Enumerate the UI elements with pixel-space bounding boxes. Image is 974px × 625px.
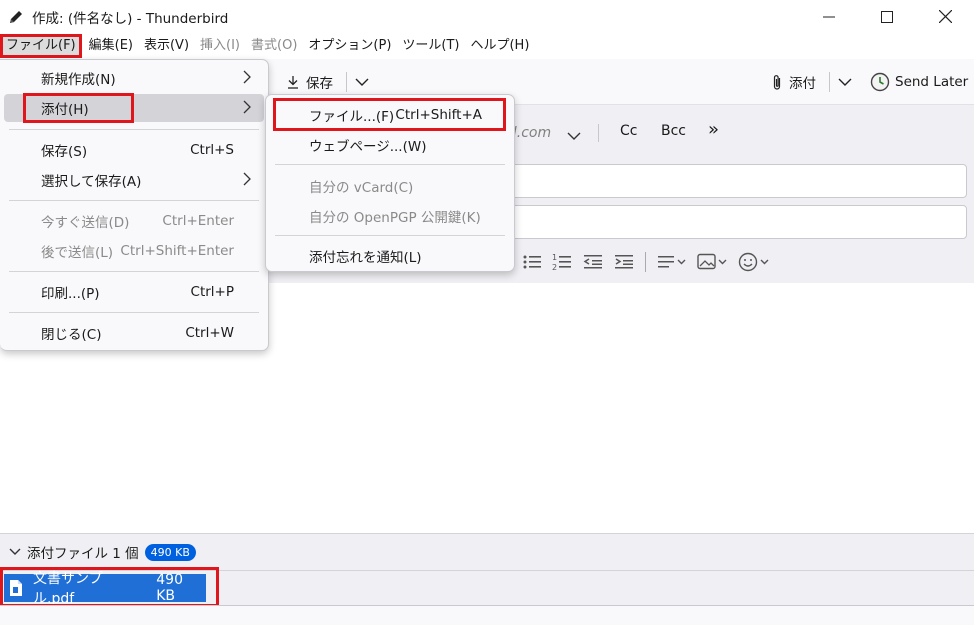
attachment-bucket-header[interactable]: 添付ファイル 1 個 490 KB [0, 533, 974, 570]
menu-item-attach[interactable]: 添付(H) [4, 93, 264, 123]
submenu-item-vcard[interactable]: 自分の vCard(C) [266, 172, 514, 200]
menu-tools[interactable]: ツール(T) [398, 34, 463, 58]
bulleted-list-icon[interactable] [523, 254, 541, 270]
toolbar-divider [829, 72, 830, 92]
menu-separator [275, 235, 505, 236]
menu-item-close[interactable]: 閉じる(C) Ctrl+W [0, 319, 268, 347]
menu-item-label: ファイル...(F) [309, 109, 395, 125]
menu-item-send-now[interactable]: 今すぐ送信(D) Ctrl+Enter [0, 207, 268, 235]
emoji-icon[interactable] [738, 252, 770, 272]
chevron-down-icon [355, 74, 369, 90]
menu-separator [9, 271, 259, 272]
attachment-size-badge: 490 KB [144, 543, 196, 561]
menu-view[interactable]: 表示(V) [140, 34, 193, 58]
menu-item-shortcut: Ctrl+Shift+Enter [120, 243, 234, 259]
pencil-icon [7, 8, 27, 26]
save-dropdown-button[interactable] [355, 69, 369, 95]
menu-separator [9, 200, 259, 201]
send-later-button[interactable]: Send Later [870, 69, 968, 95]
menu-item-label: 自分の OpenPGP 公開鍵(K) [309, 210, 481, 226]
from-address-partial: il.com [509, 125, 552, 141]
menu-item-shortcut: Ctrl+Shift+A [395, 107, 482, 123]
attach-dropdown-button[interactable] [838, 69, 852, 95]
menu-bar: ファイル(F) 編集(E) 表示(V) 挿入(I) 書式(O) オプション(P)… [0, 33, 974, 59]
menu-item-shortcut: Ctrl+Enter [162, 213, 234, 229]
menu-edit[interactable]: 編集(E) [85, 34, 137, 58]
cc-button[interactable]: Cc [620, 123, 637, 139]
menu-item-label: 自分の vCard(C) [309, 180, 414, 196]
download-icon [287, 75, 299, 89]
menu-item-label: 添付(H) [41, 102, 89, 118]
numbered-list-icon[interactable]: 12 [552, 253, 572, 271]
menu-item-label: 今すぐ送信(D) [41, 215, 130, 231]
menu-item-shortcut: Ctrl+P [190, 284, 234, 300]
submenu-item-attach-file[interactable]: ファイル...(F) Ctrl+Shift+A [266, 101, 514, 129]
menu-insert[interactable]: 挿入(I) [196, 34, 244, 58]
menu-separator [9, 312, 259, 313]
attach-label: 添付 [789, 76, 816, 92]
bcc-button[interactable]: Bcc [661, 123, 686, 139]
to-field[interactable] [508, 164, 967, 198]
indent-icon[interactable] [614, 254, 634, 270]
menu-separator [9, 129, 259, 130]
image-insert-icon[interactable] [697, 253, 727, 271]
window-title: 作成: (件名なし) - Thunderbird [32, 10, 229, 27]
chevron-down-icon[interactable] [9, 548, 21, 556]
chevron-down-icon [838, 74, 852, 90]
attach-submenu: ファイル...(F) Ctrl+Shift+A ウェブページ...(W) 自分の… [265, 94, 515, 272]
outdent-icon[interactable] [583, 254, 603, 270]
menu-item-save-as[interactable]: 選択して保存(A) [0, 166, 268, 194]
attachment-highlight-box [0, 567, 219, 607]
chevron-right-icon [243, 172, 251, 190]
menu-separator [275, 164, 505, 165]
menu-format[interactable]: 書式(O) [247, 34, 301, 58]
attachment-count-label: 添付ファイル 1 個 [27, 546, 139, 562]
menu-item-label: 添付忘れを通知(L) [309, 250, 422, 266]
clock-icon [870, 72, 890, 92]
align-left-icon[interactable] [658, 254, 686, 270]
file-menu-dropdown: 新規作成(N) 添付(H) 保存(S) Ctrl+S 選択して保存(A) 今すぐ… [0, 59, 269, 351]
menu-item-label: 選択して保存(A) [41, 174, 142, 190]
menu-item-label: 後で送信(L) [41, 245, 114, 261]
send-later-label: Send Later [895, 74, 969, 90]
svg-text:2: 2 [552, 263, 557, 271]
submenu-item-openpgp-key[interactable]: 自分の OpenPGP 公開鍵(K) [266, 202, 514, 230]
menu-item-label: 新規作成(N) [41, 72, 116, 88]
minimize-button[interactable] [800, 0, 858, 33]
formatting-toolbar: 12 [508, 248, 781, 276]
close-button[interactable] [916, 0, 974, 33]
status-bar [0, 605, 974, 625]
menu-item-label: ウェブページ...(W) [309, 139, 427, 155]
menu-file[interactable]: ファイル(F) [0, 34, 82, 58]
menu-item-label: 閉じる(C) [41, 327, 102, 343]
paperclip-icon [772, 74, 782, 91]
menu-options[interactable]: オプション(P) [304, 34, 395, 58]
menu-item-print[interactable]: 印刷...(P) Ctrl+P [0, 278, 268, 306]
menu-item-label: 保存(S) [41, 144, 88, 160]
menu-item-shortcut: Ctrl+S [190, 142, 234, 158]
menu-help[interactable]: ヘルプ(H) [466, 34, 533, 58]
save-label: 保存 [306, 76, 333, 92]
save-button[interactable]: 保存 [287, 69, 333, 95]
header-divider [598, 124, 599, 142]
submenu-item-attach-webpage[interactable]: ウェブページ...(W) [266, 131, 514, 159]
menu-item-label: 印刷...(P) [41, 286, 100, 302]
attach-button[interactable]: 添付 [772, 69, 816, 95]
toolbar-divider [346, 72, 347, 92]
menu-item-new[interactable]: 新規作成(N) [0, 64, 268, 92]
menu-item-save[interactable]: 保存(S) Ctrl+S [0, 136, 268, 164]
divider-icon [645, 252, 647, 272]
submenu-item-attachment-reminder[interactable]: 添付忘れを通知(L) [266, 242, 514, 270]
menu-item-send-later[interactable]: 後で送信(L) Ctrl+Shift+Enter [0, 237, 268, 265]
title-bar: 作成: (件名なし) - Thunderbird [0, 0, 974, 33]
maximize-button[interactable] [858, 0, 916, 33]
menu-item-shortcut: Ctrl+W [185, 325, 234, 341]
chevron-right-icon [243, 70, 251, 88]
from-dropdown-chevron-icon[interactable] [567, 129, 581, 144]
svg-text:1: 1 [552, 253, 557, 262]
more-recipients-button[interactable]: » [708, 119, 719, 140]
subject-field[interactable] [508, 205, 967, 239]
chevron-right-icon [243, 100, 251, 118]
